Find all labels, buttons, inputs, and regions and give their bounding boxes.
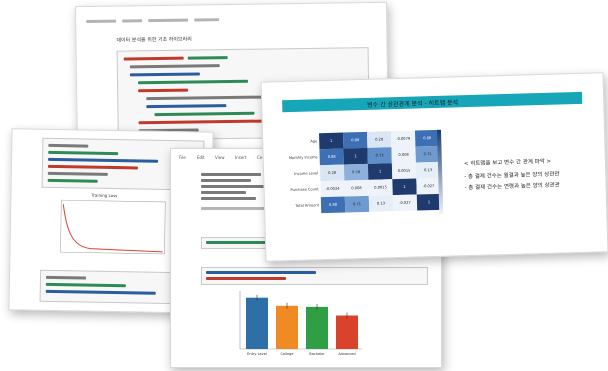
bar bbox=[306, 306, 328, 349]
heatmap-cell: 0.0015 bbox=[368, 179, 393, 196]
heatmap-row-label: Age bbox=[310, 139, 318, 144]
heatmap-cell: 1 bbox=[319, 132, 344, 150]
slide-heatmap: 변수 간 상관관계 분석 - 히트맵 분석 Age Monthly Income I… bbox=[260, 72, 608, 262]
menu-view[interactable]: View bbox=[215, 155, 225, 160]
heatmap-cell: -0.0024 bbox=[320, 180, 345, 198]
heatmap-cell: 0.71 bbox=[344, 195, 370, 213]
heatmap-cell: 0.88 bbox=[343, 131, 368, 149]
bar bbox=[246, 297, 268, 349]
heatmap-cell: 1 bbox=[416, 193, 442, 211]
heatmap-cell: 0.88 bbox=[320, 196, 346, 214]
heatmap-cell: 0.28 bbox=[366, 131, 392, 148]
heatmap-row-label: Total Amount bbox=[295, 203, 320, 208]
code-cell bbox=[201, 267, 428, 285]
loss-chart: Training Loss bbox=[50, 192, 171, 264]
bar-label: Bachelor bbox=[309, 352, 325, 356]
menu-edit[interactable]: Edit bbox=[197, 155, 205, 160]
heatmap-cell: 0.28 bbox=[319, 164, 345, 182]
heatmap-cell: 1 bbox=[392, 178, 417, 196]
slide-title: 변수 간 상관관계 분석 - 히트맵 분석 bbox=[367, 99, 459, 109]
menu-file[interactable]: File bbox=[179, 155, 186, 160]
heatmap-cell: 0.88 bbox=[319, 148, 344, 166]
heatmap-cell: 0.008 bbox=[391, 146, 416, 164]
bar-label: Advanced bbox=[338, 352, 355, 356]
heatmap-cell: 0.71 bbox=[415, 145, 440, 163]
back-slide-heading: 데이터 분석을 위한 기초 라이브러리 bbox=[116, 36, 192, 44]
heatmap-cell: 1 bbox=[343, 147, 368, 165]
heatmap-cell: 0.0015 bbox=[391, 162, 417, 180]
bar bbox=[276, 305, 298, 349]
heatmap-cell: 1 bbox=[367, 163, 393, 180]
heatmap-cell: 0.13 bbox=[415, 161, 441, 179]
note-line-1: - 총 결제 건수는 월결과 높은 양의 상관관 bbox=[464, 171, 560, 181]
heatmap-cell: 0.58 bbox=[343, 163, 369, 181]
bar-label: College bbox=[280, 352, 293, 356]
heatmap-cell: 0.73 bbox=[367, 147, 392, 164]
note-line-2: - 총 결제 건수는 연령과 높은 양의 상관관 bbox=[464, 182, 560, 192]
notebook-toolbar bbox=[86, 14, 286, 27]
heatmap-cell: -0.0079 bbox=[390, 130, 416, 148]
heatmap-cell: 0.13 bbox=[368, 195, 394, 212]
menu-insert[interactable]: Insert bbox=[235, 155, 246, 160]
heatmap-row-label: Purchase Count bbox=[290, 187, 319, 193]
slide-title-bar: 변수 간 상관관계 분석 - 히트맵 분석 bbox=[282, 91, 583, 113]
heatmap-row-label: Monthly Income bbox=[288, 155, 318, 161]
heatmap-cell: -0.027 bbox=[416, 177, 441, 195]
heatmap-row-label: Income Level bbox=[294, 171, 319, 176]
heatmap-cell: 0.88 bbox=[414, 129, 440, 147]
bar-chart: Entry Level College Bachelor Advanced bbox=[239, 291, 362, 356]
bar-label: Entry Level bbox=[247, 352, 267, 356]
note-heading: < 히트맵을 보고 변수 간 관계 파악 > bbox=[463, 158, 552, 168]
heatmap-cell: 0.008 bbox=[344, 179, 369, 197]
bar bbox=[336, 315, 358, 349]
heatmap: Age Monthly Income Income Level Purchase Co… bbox=[289, 129, 450, 244]
heatmap-cell: -0.027 bbox=[392, 194, 418, 212]
